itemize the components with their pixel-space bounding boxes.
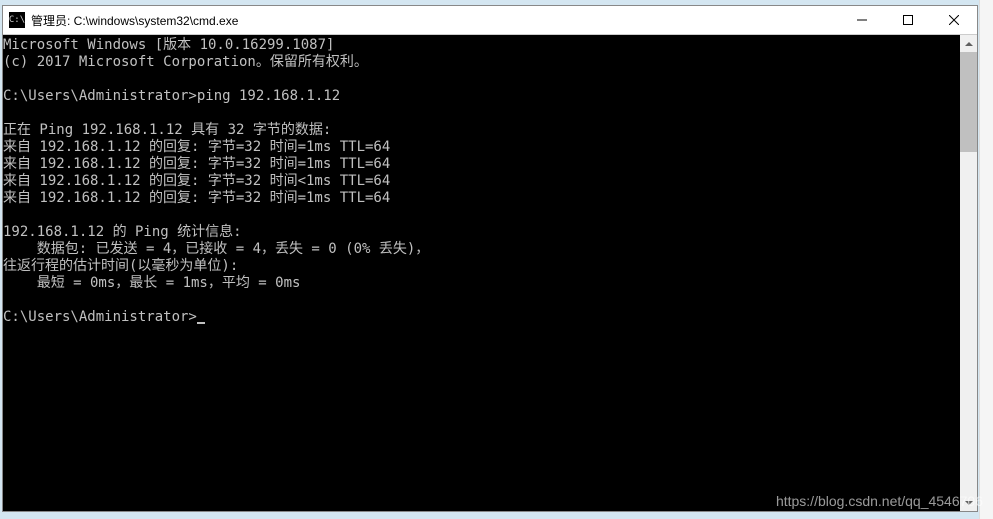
titlebar[interactable]: C:\ 管理员: C:\windows\system32\cmd.exe (3, 6, 977, 35)
window-title: 管理员: C:\windows\system32\cmd.exe (31, 12, 839, 29)
watermark-text: https://blog.csdn.net/qq_4546706 (776, 493, 983, 509)
close-button[interactable] (931, 6, 977, 34)
terminal-output[interactable]: Microsoft Windows [版本 10.0.16299.1087] (… (3, 35, 960, 511)
cursor (197, 322, 205, 324)
cmd-icon: C:\ (9, 12, 25, 28)
minimize-button[interactable] (839, 6, 885, 34)
window-controls (839, 6, 977, 34)
maximize-button[interactable] (885, 6, 931, 34)
maximize-icon (903, 15, 913, 25)
chevron-up-icon (965, 42, 973, 46)
minimize-icon (857, 15, 867, 25)
scroll-thumb[interactable] (960, 52, 977, 152)
terminal-area: Microsoft Windows [版本 10.0.16299.1087] (… (3, 35, 977, 511)
scroll-up-button[interactable] (960, 35, 977, 52)
right-panel-edge (979, 0, 993, 519)
vertical-scrollbar[interactable] (960, 35, 977, 511)
close-icon (949, 15, 959, 25)
scroll-track[interactable] (960, 52, 977, 494)
cmd-window: C:\ 管理员: C:\windows\system32\cmd.exe Mic… (2, 5, 978, 512)
